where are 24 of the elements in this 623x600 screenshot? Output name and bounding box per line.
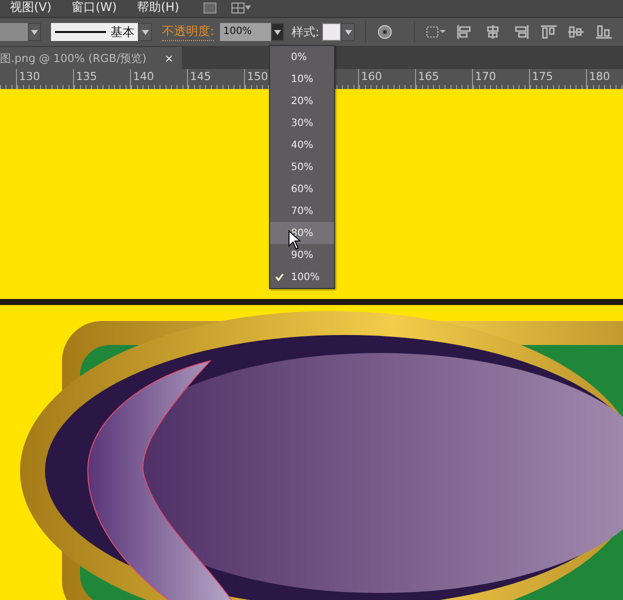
menu-option[interactable]: 40% [270, 134, 334, 156]
align-icon[interactable] [595, 24, 613, 40]
fill-field[interactable] [0, 23, 28, 41]
menu-option[interactable]: 30% [270, 112, 334, 134]
layout-icon[interactable] [231, 2, 252, 14]
menu-option[interactable]: 60% [270, 178, 334, 200]
menu-option[interactable]: 90% [270, 244, 334, 266]
menu-item[interactable]: 视图(V) [0, 0, 62, 14]
menu-option[interactable]: 100% [270, 266, 334, 288]
opacity-field[interactable]: 100% [220, 23, 271, 41]
menu-option[interactable]: 70% [270, 200, 334, 222]
menu-item[interactable]: 窗口(W) [62, 0, 127, 14]
menu-item[interactable]: 帮助(H) [126, 0, 190, 14]
close-button[interactable]: × [164, 52, 174, 64]
opacity-label[interactable]: 不透明度: [162, 23, 214, 41]
menu-option[interactable]: 0% [270, 46, 334, 68]
align-icon[interactable] [567, 24, 586, 40]
menu-option[interactable]: 50% [270, 156, 334, 178]
menu-option[interactable]: 20% [270, 90, 334, 112]
style-label: 样式: [291, 24, 320, 40]
align-icon[interactable] [540, 24, 558, 40]
style-swatch[interactable] [322, 23, 342, 41]
stroke-profile-field[interactable]: 基本 [51, 23, 138, 41]
document-tab[interactable]: 图.png @ 100% (RGB/预览) × [0, 47, 182, 69]
